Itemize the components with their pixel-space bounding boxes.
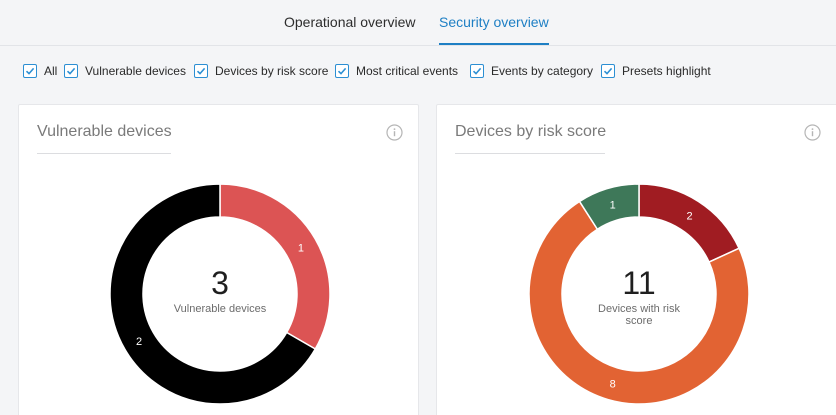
checkbox-checked-icon[interactable] bbox=[194, 64, 208, 78]
checkbox-checked-icon[interactable] bbox=[470, 64, 484, 78]
filter-most-critical-events[interactable]: Most critical events bbox=[335, 64, 458, 78]
checkbox-checked-icon[interactable] bbox=[23, 64, 37, 78]
donut-slice-label: 2 bbox=[686, 210, 692, 222]
info-icon[interactable] bbox=[804, 124, 821, 141]
checkbox-checked-icon[interactable] bbox=[64, 64, 78, 78]
title-divider bbox=[37, 153, 171, 154]
donut-slice-label: 8 bbox=[610, 379, 616, 391]
filter-label: Presets highlight bbox=[622, 64, 711, 78]
filter-label: Vulnerable devices bbox=[85, 64, 186, 78]
card-title: Devices by risk score bbox=[455, 123, 607, 140]
filter-label: Devices by risk score bbox=[215, 64, 329, 78]
filter-vulnerable-devices[interactable]: Vulnerable devices bbox=[64, 64, 186, 78]
donut-slice-label: 2 bbox=[136, 336, 142, 348]
filter-devices-by-risk-score[interactable]: Devices by risk score bbox=[194, 64, 328, 78]
vulnerable-devices-card: Vulnerable devices 1 2 3 Vulnerable devic… bbox=[18, 104, 419, 415]
info-icon[interactable] bbox=[386, 124, 403, 141]
donut-slice-label: 1 bbox=[298, 242, 304, 254]
filter-label: Events by category bbox=[491, 64, 594, 78]
donut-slice-label: 1 bbox=[610, 199, 616, 211]
checkbox-checked-icon[interactable] bbox=[601, 64, 615, 78]
donut-center-value: 11 bbox=[622, 265, 656, 301]
filter-label: All bbox=[44, 64, 58, 78]
tab-operational-overview[interactable]: Operational overview bbox=[284, 14, 416, 30]
tab-security-overview[interactable]: Security overview bbox=[439, 14, 549, 45]
devices-by-risk-score-card: Devices by risk score 2 8 1 11 Devices wit… bbox=[436, 104, 836, 415]
card-title: Vulnerable devices bbox=[37, 123, 172, 140]
donut-center-label: Vulnerable devices bbox=[173, 303, 267, 315]
filter-all[interactable]: All bbox=[23, 64, 57, 78]
donut-slice[interactable] bbox=[638, 183, 741, 264]
donut-center-label: Devices with risk score bbox=[598, 303, 680, 327]
checkbox-checked-icon[interactable] bbox=[335, 64, 349, 78]
overview-tabs: Operational overview Security overview bbox=[0, 0, 836, 46]
filter-events-by-category[interactable]: Events by category bbox=[470, 64, 593, 78]
donut-center-value: 3 bbox=[211, 265, 229, 301]
filter-presets-highlight[interactable]: Presets highlight bbox=[601, 64, 711, 78]
title-divider bbox=[455, 153, 605, 154]
filter-label: Most critical events bbox=[356, 64, 459, 78]
widget-filter-bar: All Vulnerable devices Devices by risk s… bbox=[0, 64, 836, 88]
